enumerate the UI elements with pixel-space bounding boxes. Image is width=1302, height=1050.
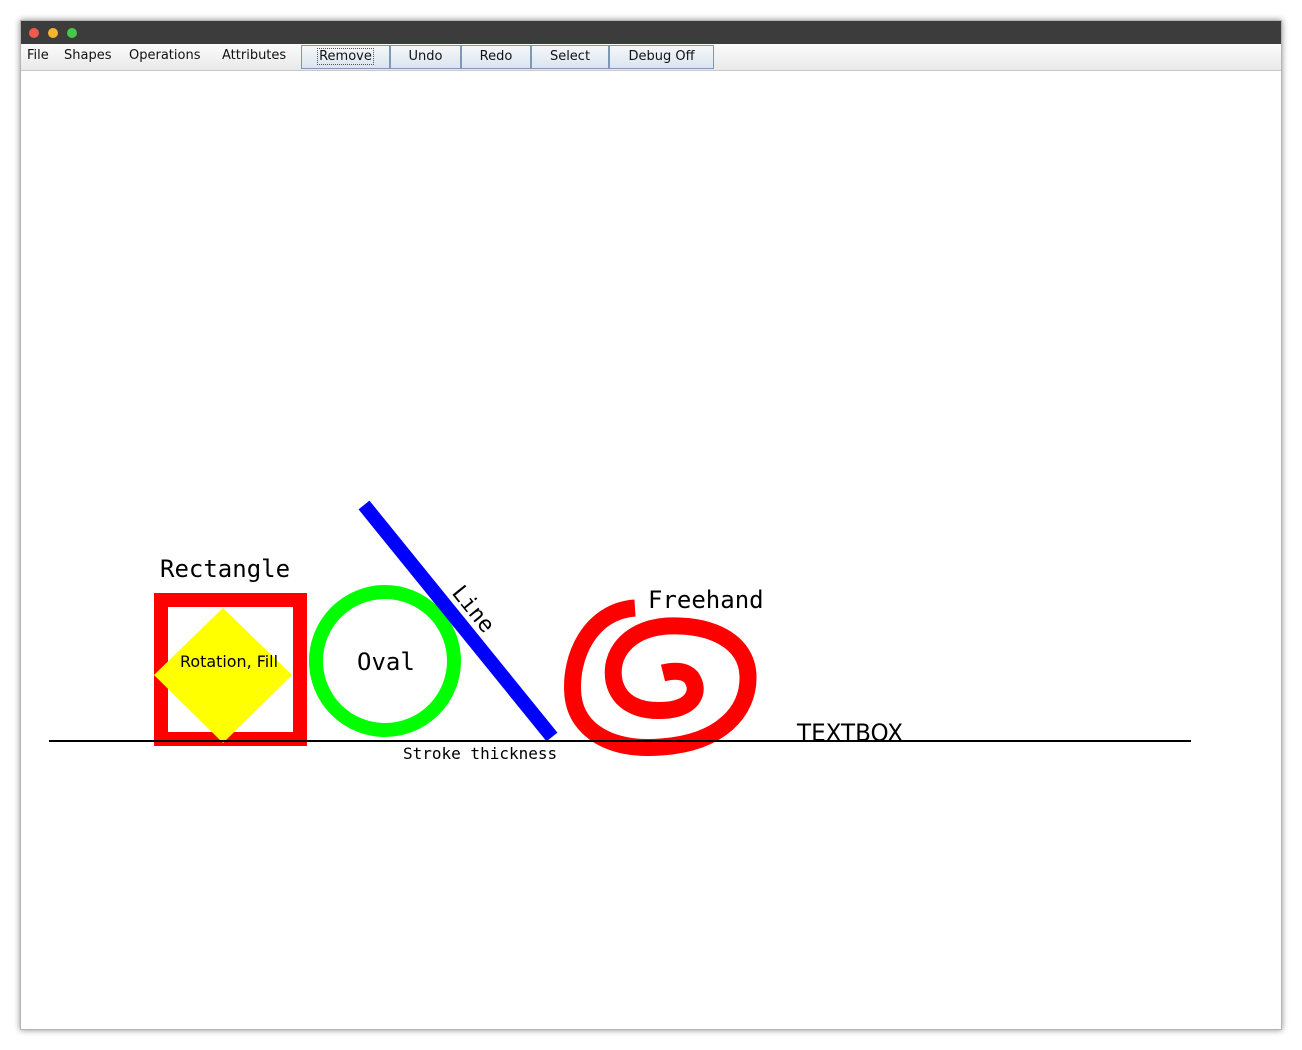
app-window: File Shapes Operations Attributes Remove…	[20, 20, 1282, 1030]
select-button[interactable]: Select	[531, 45, 609, 69]
drawing-canvas[interactable]: Rectangle Rotation, Fill Oval Line Freeh…	[21, 71, 1282, 1030]
menu-attributes[interactable]: Attributes	[222, 48, 286, 64]
debug-toggle-button[interactable]: Debug Off	[609, 45, 714, 69]
menu-shapes[interactable]: Shapes	[64, 48, 111, 64]
canvas-svg[interactable]: Rectangle Rotation, Fill Oval Line Freeh…	[21, 71, 1282, 1030]
diamond-shape[interactable]	[154, 608, 292, 743]
stroke-thickness-label: Stroke thickness	[403, 744, 557, 763]
rotation-fill-label: Rotation, Fill	[180, 652, 278, 671]
redo-button[interactable]: Redo	[461, 45, 531, 69]
freehand-label: Freehand	[648, 586, 764, 614]
freehand-shape[interactable]	[564, 599, 757, 756]
title-bar[interactable]	[21, 21, 1281, 44]
textbox-label[interactable]: TEXTBOX	[796, 719, 903, 747]
menu-operations[interactable]: Operations	[129, 48, 200, 64]
oval-label: Oval	[357, 648, 415, 676]
close-window-icon[interactable]	[29, 28, 39, 38]
zoom-window-icon[interactable]	[67, 28, 77, 38]
remove-button-label: Remove	[317, 48, 374, 65]
remove-button[interactable]: Remove	[301, 45, 390, 69]
undo-button[interactable]: Undo	[390, 45, 461, 69]
menu-bar: File Shapes Operations Attributes Remove…	[21, 44, 1281, 71]
line-shape[interactable]	[358, 500, 558, 742]
rectangle-label: Rectangle	[160, 555, 290, 583]
minimize-window-icon[interactable]	[48, 28, 58, 38]
menu-file[interactable]: File	[27, 48, 49, 64]
